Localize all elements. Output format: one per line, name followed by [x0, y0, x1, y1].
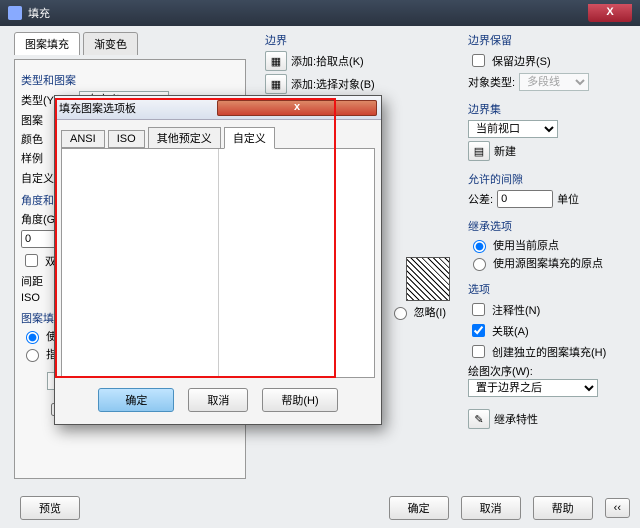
- keep-boundary-checkbox[interactable]: [472, 54, 485, 67]
- ok-button[interactable]: 确定: [389, 496, 449, 520]
- inherit-props-label[interactable]: 继承特性: [494, 411, 538, 427]
- annotative-checkbox[interactable]: [472, 303, 485, 316]
- type-section-title: 类型和图案: [21, 72, 239, 88]
- hatch-preview: [406, 257, 450, 301]
- main-tabs: 图案填充 渐变色: [14, 32, 265, 55]
- app-icon: [8, 6, 22, 20]
- subtab-custom[interactable]: 自定义: [224, 127, 275, 149]
- separate-label: 创建独立的图案填充(H): [492, 344, 606, 360]
- cur-origin-label: 使用当前原点: [493, 237, 559, 253]
- new-boundary-label[interactable]: 新建: [494, 143, 516, 159]
- inherit-title: 继承选项: [468, 218, 630, 234]
- assoc-checkbox[interactable]: [472, 324, 485, 337]
- palette-dialog: 填充图案选项板 x ANSI ISO 其他预定义 自定义 确定 取消 帮助(H): [54, 95, 382, 425]
- objtype-label: 对象类型:: [468, 74, 515, 90]
- add-select-label[interactable]: 添加:选择对象(B): [291, 76, 375, 92]
- annotative-label: 注释性(N): [492, 302, 540, 318]
- src-origin-label: 使用源图案填充的原点: [493, 255, 603, 271]
- keep-boundary-label: 保留边界(S): [492, 53, 551, 69]
- inherit-props-icon[interactable]: ✎: [468, 409, 490, 429]
- tab-pattern-fill[interactable]: 图案填充: [14, 32, 80, 55]
- ignore-label: 忽略(I): [414, 304, 446, 320]
- add-select-icon[interactable]: ▦: [265, 74, 287, 94]
- boundary-set-title: 边界集: [468, 101, 630, 117]
- tol-unit: 单位: [557, 191, 579, 207]
- options-title: 选项: [468, 281, 630, 297]
- footer-buttons: 预览 确定 取消 帮助 ‹‹: [20, 496, 630, 520]
- add-pick-label[interactable]: 添加:拾取点(K): [291, 53, 364, 69]
- preview-button[interactable]: 预览: [20, 496, 80, 520]
- palette-list-pane[interactable]: [62, 149, 219, 377]
- draworder-label: 绘图次序(W):: [468, 363, 630, 379]
- dialog-cancel-button[interactable]: 取消: [188, 388, 248, 412]
- help-button[interactable]: 帮助: [533, 496, 593, 520]
- double-checkbox[interactable]: [25, 254, 38, 267]
- dialog-close-button[interactable]: x: [217, 100, 377, 116]
- close-button[interactable]: X: [588, 4, 632, 22]
- cur-origin-radio[interactable]: [473, 240, 486, 253]
- palette-preview-pane: [219, 149, 375, 377]
- subtab-ansi[interactable]: ANSI: [61, 130, 105, 148]
- src-origin-radio[interactable]: [473, 258, 486, 271]
- use-origin-radio[interactable]: [26, 331, 39, 344]
- palette-body: [61, 148, 375, 378]
- window-title: 填充: [28, 5, 588, 21]
- tol-input[interactable]: [497, 190, 553, 208]
- expand-button[interactable]: ‹‹: [605, 498, 630, 518]
- dialog-ok-button[interactable]: 确定: [98, 388, 174, 412]
- ignore-radio[interactable]: [394, 307, 407, 320]
- separate-checkbox[interactable]: [472, 345, 485, 358]
- gap-title: 允许的间隙: [468, 171, 630, 187]
- new-boundary-icon[interactable]: ▤: [468, 141, 490, 161]
- cancel-button[interactable]: 取消: [461, 496, 521, 520]
- boundary-title: 边界: [265, 32, 460, 48]
- draworder-select[interactable]: 置于边界之后: [468, 379, 598, 397]
- dialog-title: 填充图案选项板: [59, 100, 217, 116]
- spec-origin-radio[interactable]: [26, 349, 39, 362]
- subtab-iso[interactable]: ISO: [108, 130, 145, 148]
- assoc-label: 关联(A): [492, 323, 529, 339]
- add-pick-icon[interactable]: ▦: [265, 51, 287, 71]
- tab-gradient[interactable]: 渐变色: [83, 32, 138, 55]
- boundary-keep-title: 边界保留: [468, 32, 630, 48]
- objtype-select: 多段线: [519, 73, 589, 91]
- subtab-other[interactable]: 其他预定义: [148, 127, 221, 149]
- titlebar: 填充 X: [0, 0, 640, 26]
- dialog-help-button[interactable]: 帮助(H): [262, 388, 337, 412]
- boundary-set-select[interactable]: 当前视口: [468, 120, 558, 138]
- tol-label: 公差:: [468, 191, 493, 207]
